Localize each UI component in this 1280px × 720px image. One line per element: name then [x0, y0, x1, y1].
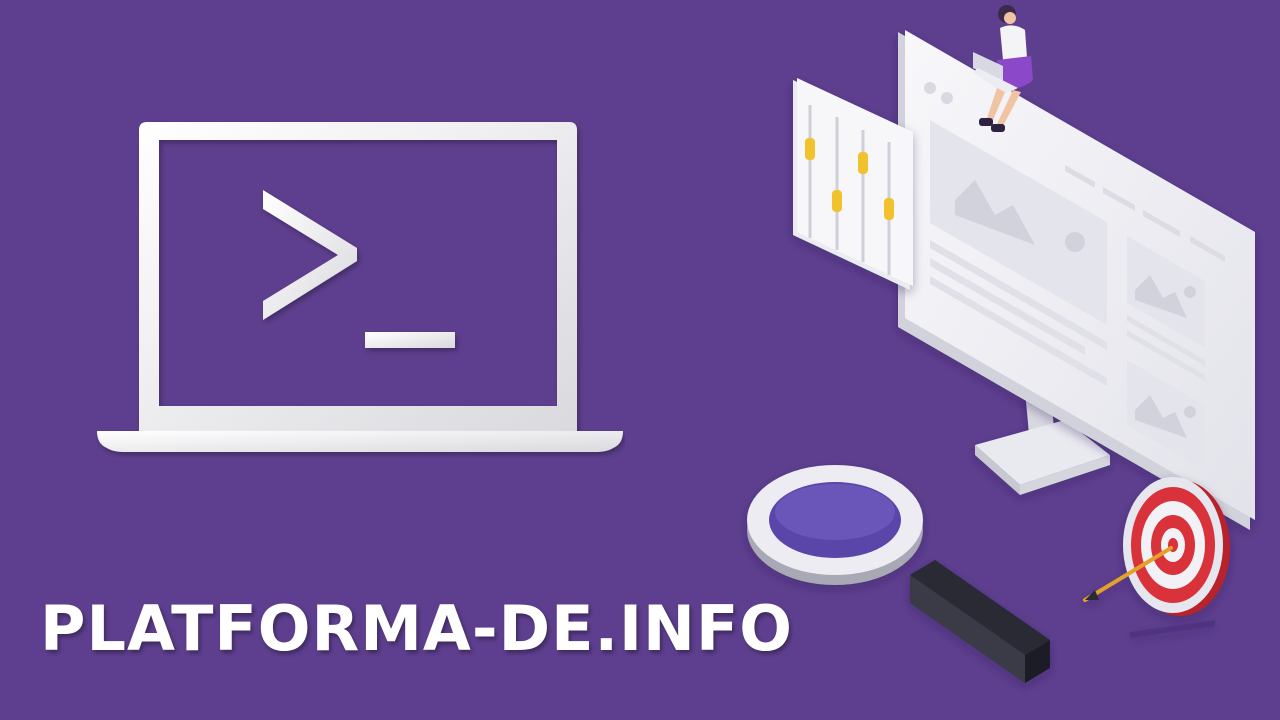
target-with-arrow-icon — [1083, 477, 1230, 638]
illustration-scene — [735, 0, 1280, 700]
slider-panel-icon — [793, 78, 913, 290]
laptop-terminal-icon — [95, 118, 625, 458]
terminal-prompt-icon — [263, 190, 357, 320]
slider-knob — [805, 138, 815, 160]
laptop-screen-frame — [139, 122, 577, 433]
slider-knob — [832, 190, 842, 212]
slider-knob — [858, 152, 868, 174]
site-title: PLATFORMA-DE.INFO — [40, 592, 794, 665]
laptop-base — [97, 431, 623, 452]
isometric-illustration — [747, 5, 1255, 683]
banner: PLATFORMA-DE.INFO — [0, 0, 1280, 720]
slider-knob — [884, 198, 894, 220]
laptop-terminal-graphic — [97, 122, 623, 452]
terminal-cursor — [365, 332, 455, 348]
